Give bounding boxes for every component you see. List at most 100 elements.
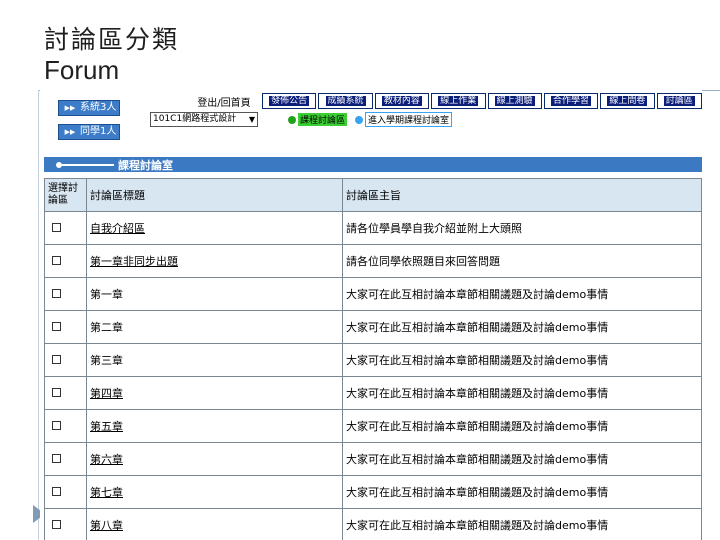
nav-quiz[interactable]: 線上測驗 [487,93,542,109]
table-header-row: 選擇討論區 討論區標題 討論區主旨 [44,178,702,212]
title-cell: 第四章 [86,376,343,410]
select-cell [44,376,87,410]
title-cell: 第七章 [86,475,343,509]
course-select-value: 101C1網路程式設計 [153,114,237,124]
select-cell [44,277,87,311]
forum-checkbox[interactable] [52,453,61,463]
forum-subject: 大家可在此互相討論本章節相關議題及討論demo事情 [342,508,702,540]
title-cell: 第三章 [86,343,343,377]
section-title: 課程討論室 [118,158,173,172]
decorative-vertical-line [38,90,39,540]
course-select[interactable]: 101C1網路程式設計 ▼ [150,112,258,127]
table-row: 第三章 大家可在此互相討論本章節相關議題及討論demo事情 [44,343,702,377]
forum-checkbox[interactable] [52,387,61,397]
column-header-select: 選擇討論區 [44,178,87,212]
nav-label: 討論區 [663,96,695,106]
title-cell: 第二章 [86,310,343,344]
forum-subject: 大家可在此互相討論本章節相關議題及討論demo事情 [342,277,702,311]
nav-label: 教材內容 [381,96,422,106]
forum-title-link[interactable]: 第五章 [90,420,123,433]
forum-checkbox[interactable] [52,519,61,529]
forum-checkbox[interactable] [52,486,61,496]
forum-subject: 大家可在此互相討論本章節相關議題及討論demo事情 [342,343,702,377]
forum-title-link[interactable]: 第三章 [90,354,123,367]
nav-homework[interactable]: 線上作業 [431,93,486,109]
nav-label: 線上測驗 [494,96,535,106]
double-arrow-icon: ▶▶ [64,128,76,136]
forum-checkbox[interactable] [52,255,61,265]
nav-materials[interactable]: 教材內容 [374,93,430,109]
lms-screenshot: ▶▶ 系統3人 ▶▶ 同學1人 登出/回首頁 101C1網路程式設計 ▼ 發佈公… [40,90,702,540]
title-cell: 自我介紹區 [86,211,343,245]
forum-checkbox[interactable] [52,288,61,298]
subnav-course-forum[interactable]: 課程討論區 [288,113,348,126]
forum-title-link[interactable]: 第四章 [90,387,123,400]
select-cell [44,442,87,476]
green-dot-icon [288,115,296,124]
select-cell [44,409,87,443]
forum-title-link[interactable]: 自我介紹區 [90,222,145,235]
table-row: 第一章 大家可在此互相討論本章節相關議題及討論demo事情 [44,277,702,311]
main-navbar: 發佈公告 成績系統 教材內容 線上作業 線上測驗 合作學習 線上問卷 討論區 [262,93,702,109]
forum-checkbox[interactable] [52,222,61,232]
nav-label: 線上問卷 [607,96,648,106]
line-bullet-icon [56,161,114,168]
select-cell [44,508,87,540]
forum-title-link[interactable]: 第六章 [90,453,123,466]
forum-table: 選擇討論區 討論區標題 討論區主旨 自我介紹區 請各位學員學自我介紹並附上大頭照第… [44,178,702,540]
select-cell [44,343,87,377]
subnav-term-forum[interactable]: 進入學期課程討論室 [355,112,453,127]
nav-label: 合作學習 [551,96,592,106]
forum-title-link[interactable]: 第一章非同步出題 [90,255,178,268]
table-row: 第八章 大家可在此互相討論本章節相關議題及討論demo事情 [44,508,702,540]
logout-home-link[interactable]: 登出/回首頁 [180,94,268,109]
chevron-down-icon: ▼ [248,115,255,124]
forum-checkbox[interactable] [52,321,61,331]
nav-label: 成績系統 [325,96,366,106]
online-classmates-button[interactable]: ▶▶ 同學1人 [58,124,120,140]
forum-subject: 大家可在此互相討論本章節相關議題及討論demo事情 [342,310,702,344]
subnav-label: 課程討論區 [298,113,348,126]
nav-label: 線上作業 [438,96,479,106]
slide-title: 討論區分類 [44,25,180,54]
select-cell [44,211,87,245]
forum-subject: 大家可在此互相討論本章節相關議題及討論demo事情 [342,376,702,410]
column-header-subject: 討論區主旨 [342,178,702,212]
double-arrow-icon: ▶▶ [64,104,76,112]
table-row: 第七章 大家可在此互相討論本章節相關議題及討論demo事情 [44,475,702,509]
nav-grades[interactable]: 成績系統 [318,93,373,109]
forum-checkbox[interactable] [52,420,61,430]
nav-label: 發佈公告 [269,96,310,106]
table-row: 第六章 大家可在此互相討論本章節相關議題及討論demo事情 [44,442,702,476]
nav-announcements[interactable]: 發佈公告 [262,93,317,109]
blue-dot-icon [355,115,364,124]
forum-subject: 請各位同學依照題目來回答問題 [342,244,702,278]
forum-subnav: 課程討論區 進入學期課程討論室 [288,112,453,127]
forum-title-link[interactable]: 第二章 [90,321,123,334]
select-cell [44,244,87,278]
column-header-title: 討論區標題 [86,178,343,212]
forum-title-link[interactable]: 第一章 [90,288,123,301]
slide-subtitle: Forum [44,55,120,85]
title-cell: 第八章 [86,508,343,540]
forum-title-link[interactable]: 第八章 [90,519,123,532]
title-cell: 第六章 [86,442,343,476]
section-header: 課程討論室 [44,157,702,172]
forum-checkbox[interactable] [52,354,61,364]
online-system-users-label: 系統3人 [80,102,117,113]
forum-subject: 大家可在此互相討論本章節相關議題及討論demo事情 [342,475,702,509]
nav-forum[interactable]: 討論區 [656,93,702,109]
online-classmates-label: 同學1人 [80,126,117,137]
table-row: 第五章 大家可在此互相討論本章節相關議題及討論demo事情 [44,409,702,443]
nav-survey[interactable]: 線上問卷 [600,93,655,109]
nav-collaboration[interactable]: 合作學習 [543,93,599,109]
forum-subject: 大家可在此互相討論本章節相關議題及討論demo事情 [342,409,702,443]
title-cell: 第一章非同步出題 [86,244,343,278]
forum-title-link[interactable]: 第七章 [90,486,123,499]
forum-subject: 大家可在此互相討論本章節相關議題及討論demo事情 [342,442,702,476]
online-system-users-button[interactable]: ▶▶ 系統3人 [58,100,120,116]
forum-subject: 請各位學員學自我介紹並附上大頭照 [342,211,702,245]
table-row: 第二章 大家可在此互相討論本章節相關議題及討論demo事情 [44,310,702,344]
table-row: 自我介紹區 請各位學員學自我介紹並附上大頭照 [44,211,702,245]
title-cell: 第五章 [86,409,343,443]
